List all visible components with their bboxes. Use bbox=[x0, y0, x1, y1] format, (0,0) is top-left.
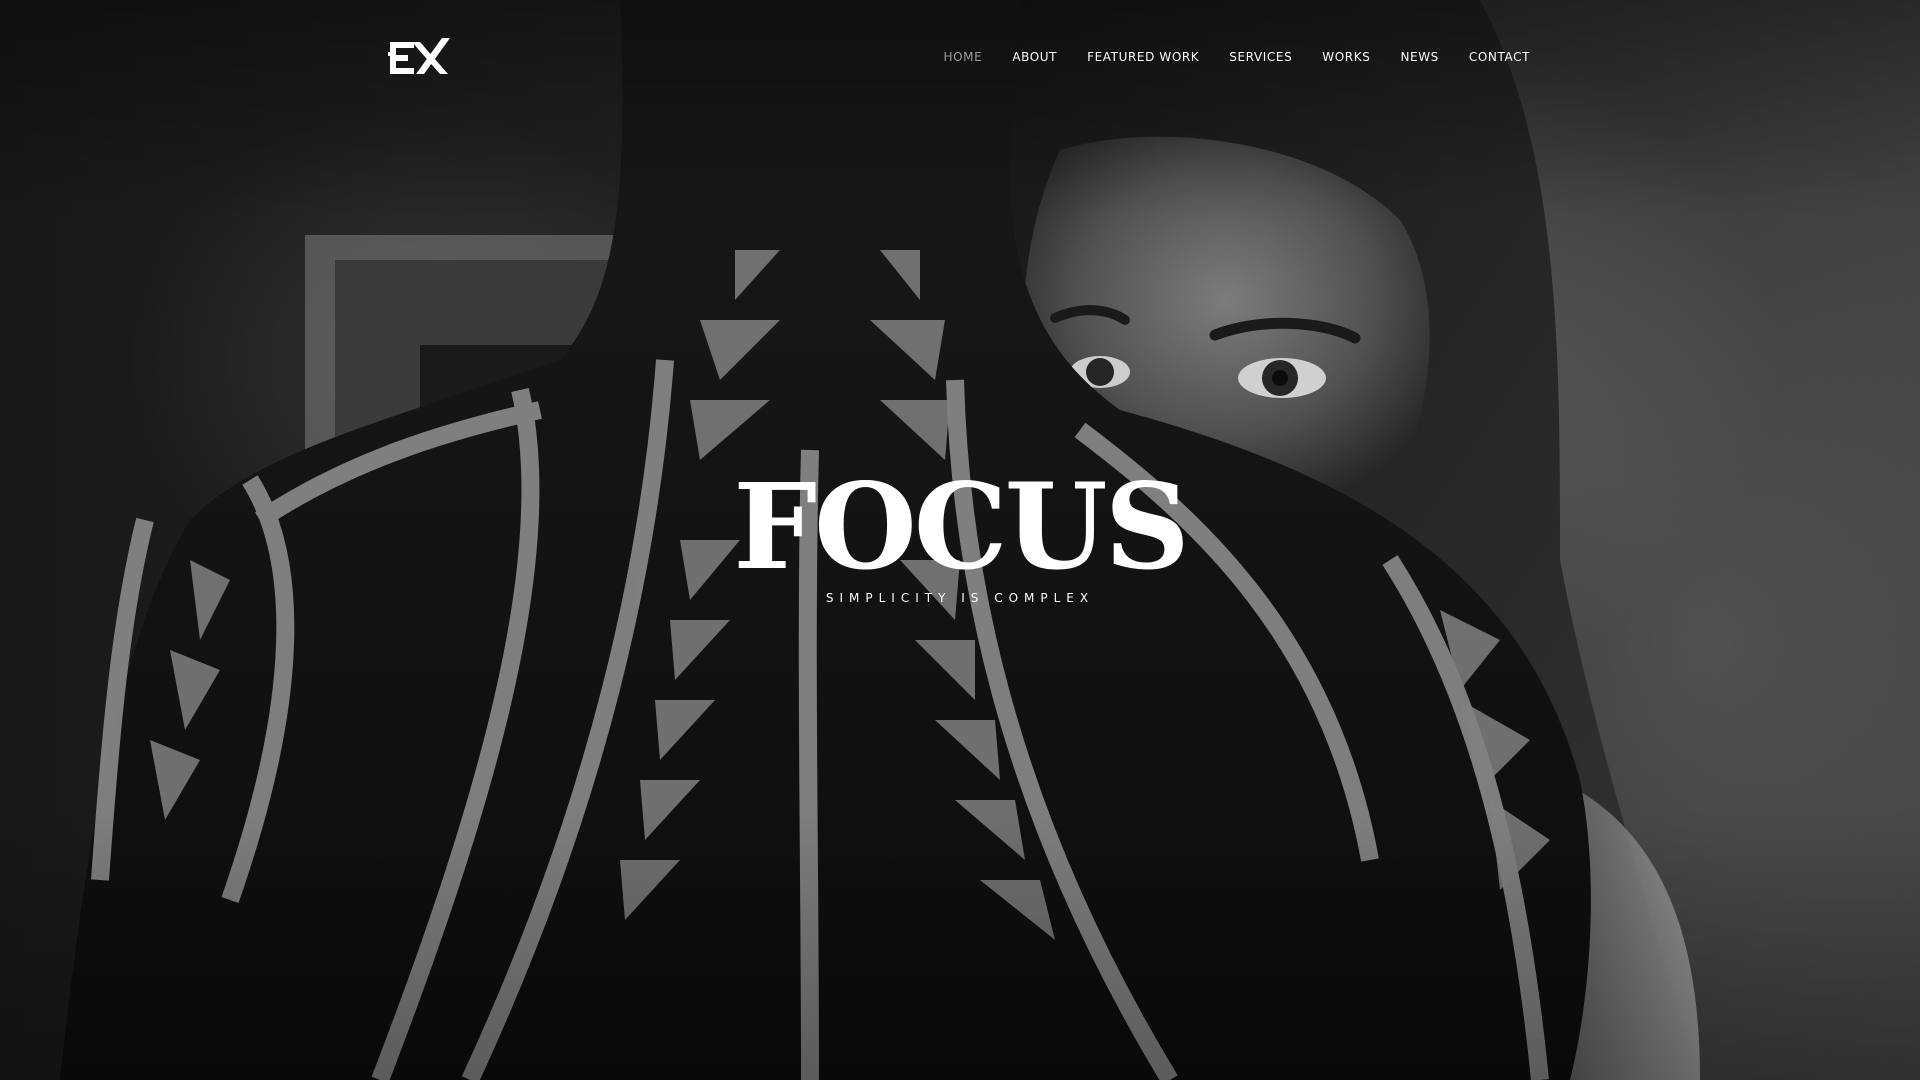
main-navigation: HOME ABOUT FEATURED WORK SERVICES WORKS … bbox=[914, 50, 1531, 64]
nav-contact[interactable]: CONTACT bbox=[1469, 50, 1530, 64]
nav-news[interactable]: NEWS bbox=[1400, 50, 1438, 64]
ex-monogram-logo[interactable] bbox=[388, 38, 452, 78]
hero-subtitle: SIMPLICITY IS COMPLEX bbox=[825, 591, 1095, 605]
nav-about[interactable]: ABOUT bbox=[1012, 50, 1057, 64]
nav-works[interactable]: WORKS bbox=[1322, 50, 1370, 64]
nav-services[interactable]: SERVICES bbox=[1229, 50, 1292, 64]
hero-section: HOME ABOUT FEATURED WORK SERVICES WORKS … bbox=[0, 0, 1920, 1080]
nav-featured-work[interactable]: FEATURED WORK bbox=[1087, 50, 1199, 64]
hero-title: FOCUS bbox=[733, 457, 1190, 596]
site-header: HOME ABOUT FEATURED WORK SERVICES WORKS … bbox=[0, 0, 1920, 120]
nav-home[interactable]: HOME bbox=[944, 50, 983, 64]
